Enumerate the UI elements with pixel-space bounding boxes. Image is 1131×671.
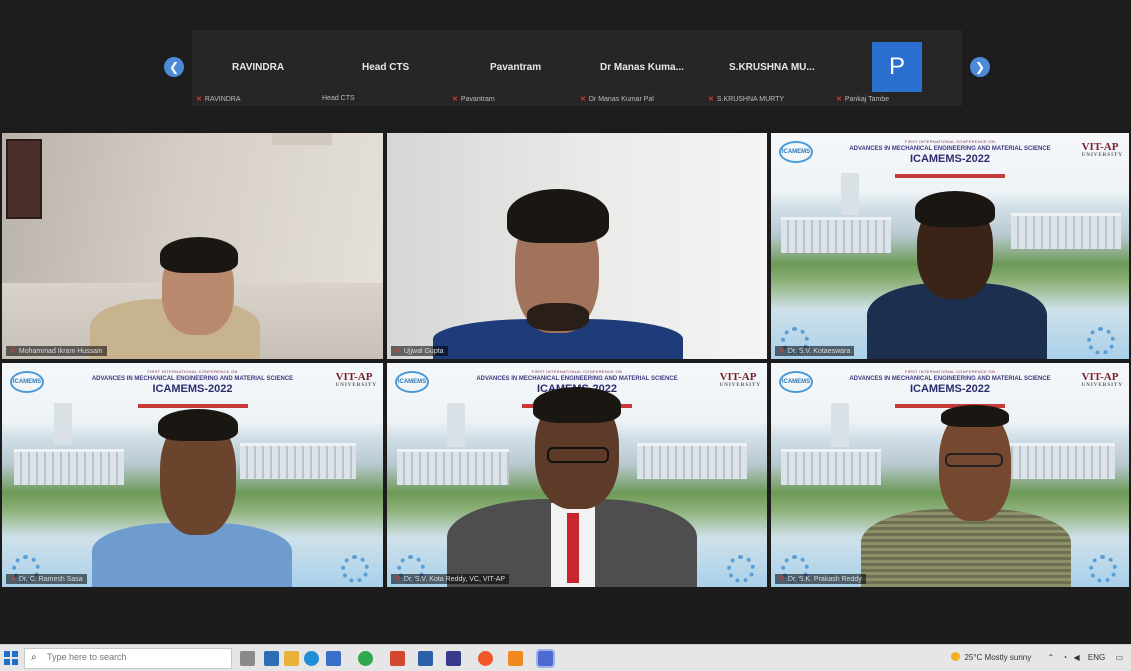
widgets-icon[interactable] xyxy=(264,651,279,666)
search-icon: ⌕ xyxy=(31,652,37,663)
video-tile-5[interactable]: ICAMEMS FIRST INTERNATIONAL CONFERENCE O… xyxy=(387,363,767,587)
gear-icon xyxy=(1089,555,1117,583)
teams-icon[interactable] xyxy=(446,651,461,666)
avatar[interactable]: P xyxy=(872,42,922,92)
edge-icon[interactable] xyxy=(304,651,319,666)
glasses-icon xyxy=(547,447,609,463)
vlc-icon[interactable] xyxy=(508,651,523,666)
mic-muted-icon: ✕ xyxy=(779,348,785,355)
person-beard xyxy=(527,303,589,331)
ceiling-fixture xyxy=(272,133,332,145)
network-icon[interactable]: ◔ xyxy=(1062,653,1067,662)
person-tie xyxy=(567,513,579,583)
campus-building xyxy=(14,449,124,485)
campus-building xyxy=(397,449,509,485)
video-tile-2[interactable]: ✕ Ujjwal Gupta xyxy=(387,133,767,359)
mic-muted-icon: ✕ xyxy=(452,96,458,103)
conference-banner: FIRST INTERNATIONAL CONFERENCE ON ADVANC… xyxy=(771,369,1129,413)
mic-muted-icon: ✕ xyxy=(395,348,401,355)
thumbnail-label: ✕ Dr Manas Kumar Pal xyxy=(580,96,654,103)
chevron-right-icon[interactable]: ❯ xyxy=(970,57,990,77)
mic-muted-icon: ✕ xyxy=(779,576,785,583)
thumbnail-name-head-cts[interactable]: Head CTS xyxy=(362,62,409,73)
chevron-left-icon[interactable]: ❮ xyxy=(164,57,184,77)
chrome-icon[interactable] xyxy=(358,651,373,666)
campus-building xyxy=(1005,443,1115,479)
mic-muted-icon: ✕ xyxy=(196,96,202,103)
conference-date-bar xyxy=(895,174,1005,178)
thumbnail-label: ✕ RAVINDRA xyxy=(196,96,241,103)
campus-tower xyxy=(54,403,72,445)
notification-icon[interactable]: ▭ xyxy=(1115,653,1123,662)
person-hair xyxy=(533,387,621,423)
thumbnail-name-krushna[interactable]: S.KRUSHNA MU... xyxy=(729,62,815,73)
gear-icon xyxy=(1087,327,1115,355)
participant-name-label: ✕ Ujjwal Gupta xyxy=(391,346,448,356)
thumbnail-name-pavantram[interactable]: Pavantram xyxy=(490,62,541,73)
university-logo: VIT-AP UNIVERSITY xyxy=(1081,371,1123,388)
video-tile-6[interactable]: ICAMEMS FIRST INTERNATIONAL CONFERENCE O… xyxy=(771,363,1129,587)
video-tile-1[interactable]: ✕ Mohammad Ikram Hussain xyxy=(2,133,383,359)
person-hair xyxy=(160,237,238,273)
volume-icon[interactable]: ◀ xyxy=(1073,653,1079,662)
campus-tower xyxy=(841,173,859,215)
campus-tower xyxy=(831,403,849,447)
tray-chevron-icon[interactable]: ⌃ xyxy=(1047,653,1054,662)
university-logo: VIT-AP UNIVERSITY xyxy=(335,371,377,388)
search-input[interactable] xyxy=(47,652,217,662)
person-hair xyxy=(507,189,609,243)
thumbnail-name-ravindra[interactable]: RAVINDRA xyxy=(232,62,284,73)
campus-building xyxy=(781,217,891,253)
mic-muted-icon: ✕ xyxy=(708,96,714,103)
taskbar-search-box[interactable]: ⌕ xyxy=(24,648,232,669)
mic-muted-icon: ✕ xyxy=(10,348,16,355)
wall-frame xyxy=(6,139,42,219)
system-tray[interactable]: 25°C Mostly sunny ⌃ ◔ ◀ ENG ▭ xyxy=(951,652,1123,662)
video-tile-4[interactable]: ICAMEMS FIRST INTERNATIONAL CONFERENCE O… xyxy=(2,363,383,587)
thumbnail-label: Head CTS xyxy=(322,95,355,102)
participant-name-label: ✕ Dr. S.V. Kota Reddy, VC, VIT-AP xyxy=(391,574,510,584)
participant-name-label: ✕ Dr. S.V. Kotaeswara xyxy=(775,346,855,356)
campus-tower xyxy=(447,403,465,447)
participant-name-label: ✕ Dr. C. Ramesh Sasa xyxy=(6,574,87,584)
thumbnail-label: ✕ S.KRUSHNA MURTY xyxy=(708,96,785,103)
mic-muted-icon: ✕ xyxy=(580,96,586,103)
weather-icon xyxy=(951,652,961,661)
university-logo: VIT-AP UNIVERSITY xyxy=(719,371,761,388)
mic-muted-icon: ✕ xyxy=(836,96,842,103)
person-hair xyxy=(158,409,238,441)
participant-name-label: ✕ Mohammad Ikram Hussain xyxy=(6,346,107,356)
campus-building xyxy=(240,443,356,479)
gear-icon xyxy=(727,555,755,583)
firefox-icon[interactable] xyxy=(478,651,493,666)
conference-banner: FIRST INTERNATIONAL CONFERENCE ON ADVANC… xyxy=(771,139,1129,183)
conference-date-bar xyxy=(137,404,248,408)
mic-muted-icon: ✕ xyxy=(395,576,401,583)
video-tile-3[interactable]: ICAMEMS FIRST INTERNATIONAL CONFERENCE O… xyxy=(771,133,1129,359)
file-explorer-icon[interactable] xyxy=(284,651,299,666)
zoom-icon[interactable] xyxy=(536,649,555,668)
windows-start-icon[interactable] xyxy=(4,651,18,665)
mic-muted-icon: ✕ xyxy=(10,576,16,583)
video-conference-window: ❮ ❯ RAVINDRA Head CTS Pavantram Dr Manas… xyxy=(0,0,1131,671)
thumbnail-name-manas[interactable]: Dr Manas Kuma... xyxy=(600,62,684,73)
language-indicator[interactable]: ENG xyxy=(1088,653,1105,662)
campus-building xyxy=(781,449,881,485)
glasses-icon xyxy=(945,453,1003,467)
task-view-icon[interactable] xyxy=(240,651,255,666)
thumbnail-label: ✕ Pavantram xyxy=(452,96,495,103)
person-hair xyxy=(941,405,1009,427)
office-icon[interactable] xyxy=(390,651,405,666)
participant-strip: ❮ ❯ RAVINDRA Head CTS Pavantram Dr Manas… xyxy=(0,0,1131,128)
university-logo: VIT-AP UNIVERSITY xyxy=(1081,141,1123,158)
participant-name-label: ✕ Dr. S.K. Prakash Reddy xyxy=(775,574,866,584)
store-icon[interactable] xyxy=(326,651,341,666)
campus-building xyxy=(637,443,747,479)
thumbnail-label: ✕ Pankaj Tambe xyxy=(836,96,890,103)
person-hair xyxy=(915,191,995,227)
gear-icon xyxy=(341,555,369,583)
taskbar: ⌕ 25°C Mostly sunny ⌃ ◔ ◀ ENG ▭ xyxy=(0,644,1131,671)
campus-building xyxy=(1011,213,1121,249)
outlook-icon[interactable] xyxy=(418,651,433,666)
